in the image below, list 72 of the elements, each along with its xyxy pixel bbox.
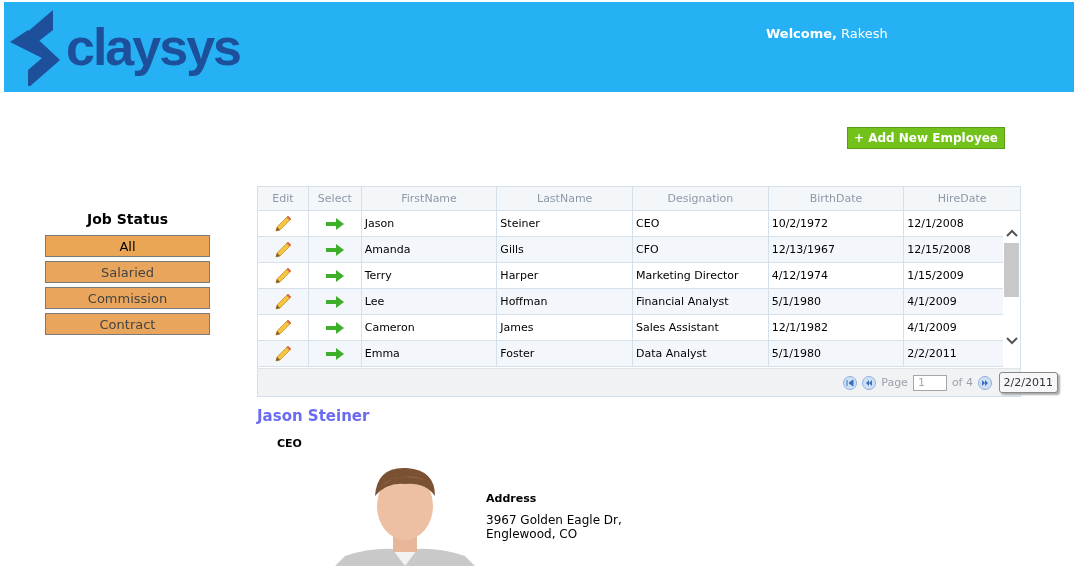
column-header[interactable]: FirstName	[361, 187, 498, 210]
table-cell: Hoffman	[497, 289, 633, 314]
pencil-icon[interactable]	[272, 265, 293, 286]
address-line: Englewood, CO	[486, 527, 579, 541]
column-header[interactable]: HireDate	[904, 187, 1020, 210]
first-page-icon[interactable]	[843, 375, 858, 390]
arrow-icon[interactable]	[325, 347, 344, 360]
table-cell: Financial Analyst	[633, 289, 769, 314]
next-page-icon[interactable]	[978, 375, 992, 390]
column-header[interactable]: BirthDate	[768, 187, 905, 210]
page-label: Page	[881, 376, 908, 389]
table-cell-text: 12/15/2008	[906, 242, 972, 258]
arrow-icon[interactable]	[325, 217, 344, 230]
table-cell: 12/13/1967	[768, 237, 905, 262]
column-header[interactable]: LastName	[497, 187, 633, 210]
user-name: Rakesh	[841, 26, 888, 41]
table-cell-text: 4/1/2009	[906, 294, 958, 310]
pencil-icon[interactable]	[272, 343, 293, 364]
table-cell: Steiner	[497, 211, 633, 236]
table-cell-text: 2/2/2011	[906, 346, 958, 362]
employee-name: Jason Steiner	[257, 407, 371, 425]
table-cell: 10/2/1972	[768, 211, 905, 236]
welcome-label: Welcome,	[765, 26, 838, 41]
table-cell-text: 12/1/2008	[906, 216, 965, 232]
page-input[interactable]: 1	[912, 374, 947, 391]
table-cell: 5/1/1980	[768, 289, 905, 314]
address-label: Address	[486, 492, 538, 505]
filter-button[interactable]: Salaried	[45, 261, 210, 283]
table-cell: Terry	[361, 263, 498, 288]
table-cell: Harper	[497, 263, 633, 288]
filter-button[interactable]: Contract	[45, 313, 210, 335]
table-cell: Amanda	[361, 237, 498, 262]
table-cell-text: 4/1/2009	[906, 320, 958, 336]
column-header[interactable]: Designation	[633, 187, 769, 210]
add-employee-button[interactable]: + Add New Employee	[846, 127, 1005, 149]
table-cell: 12/1/1982	[768, 315, 905, 340]
address-line: 3967 Golden Eagle Dr,	[486, 513, 622, 527]
table-cell: 4/12/1974	[768, 263, 905, 288]
pencil-icon[interactable]	[272, 239, 293, 260]
table-cell: 5/1/1980	[768, 341, 905, 366]
table-cell: James	[497, 315, 633, 340]
table-cell: CFO	[633, 237, 769, 262]
table-cell: Emma	[361, 341, 498, 366]
table-cell: Data Analyst	[633, 341, 769, 366]
table-cell: Cameron	[361, 315, 498, 340]
table-cell-text: 1/15/2009	[906, 268, 965, 284]
arrow-icon[interactable]	[325, 295, 344, 308]
arrow-icon[interactable]	[325, 321, 344, 334]
table-cell: Marketing Director	[633, 263, 769, 288]
filter-button[interactable]: All	[45, 235, 210, 257]
column-header[interactable]: Edit	[258, 187, 309, 210]
scroll-down-icon[interactable]	[1005, 337, 1018, 345]
tooltip: 2/2/2011	[998, 372, 1058, 393]
pencil-icon[interactable]	[272, 213, 293, 234]
pencil-icon[interactable]	[272, 291, 293, 312]
previous-page-icon[interactable]	[862, 375, 877, 390]
filter-button[interactable]: Commission	[45, 287, 210, 309]
job-status-heading: Job Status	[85, 211, 169, 227]
table-cell: CEO	[633, 211, 769, 236]
employee-designation: CEO	[277, 437, 303, 450]
table-cell: Sales Assistant	[633, 315, 769, 340]
page-count: of 4	[951, 376, 973, 389]
scrollbar-thumb[interactable]	[1004, 243, 1019, 297]
table-cell: Gills	[497, 237, 633, 262]
arrow-icon[interactable]	[325, 243, 344, 256]
column-header[interactable]: Select	[308, 187, 362, 210]
arrow-icon[interactable]	[325, 269, 344, 282]
pencil-icon[interactable]	[272, 317, 293, 338]
table-cell: Jason	[361, 211, 498, 236]
table-cell: Foster	[497, 341, 633, 366]
scroll-up-icon[interactable]	[1005, 229, 1018, 237]
table-cell: Lee	[361, 289, 498, 314]
